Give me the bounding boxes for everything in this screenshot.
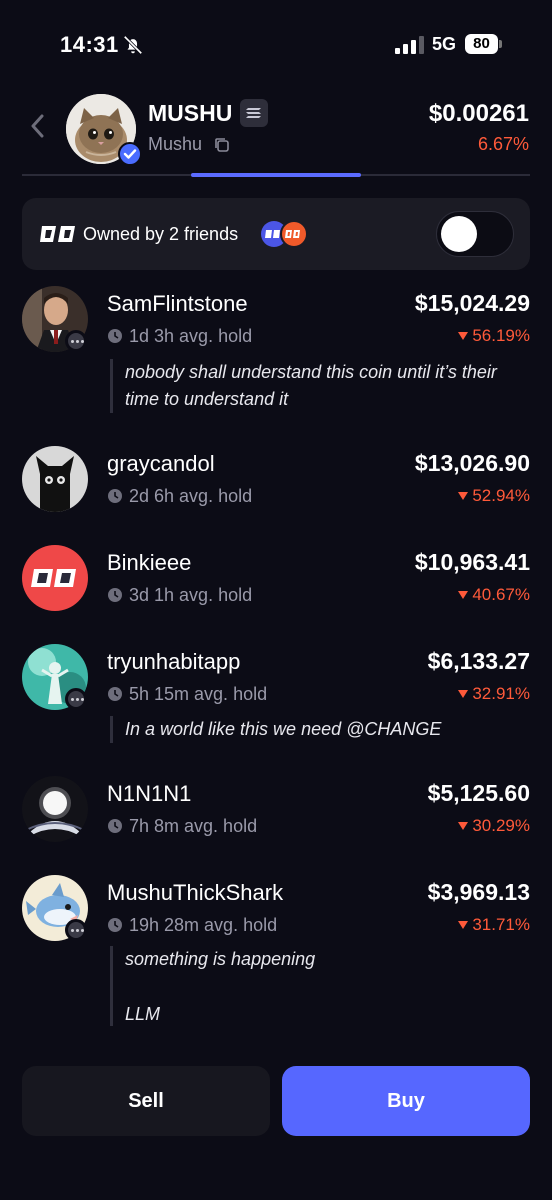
clock-icon	[108, 329, 122, 343]
holder-value: $3,969.13	[427, 879, 530, 905]
coin-change: 6.67%	[477, 134, 529, 154]
coin-ticker: Mushu	[148, 134, 203, 154]
holder-change: 40.67%	[458, 585, 530, 605]
holder-name: Binkieee	[107, 550, 192, 575]
battery-level: 80	[465, 34, 498, 54]
clock-icon	[108, 819, 122, 833]
holder-comment: nobody shall understand this coin until …	[110, 359, 530, 413]
holder-avatar	[22, 545, 88, 611]
friend-avatars	[261, 220, 308, 248]
holder-comment: In a world like this we need @CHANGE	[110, 716, 530, 743]
verified-badge-icon	[118, 142, 142, 166]
holder-value: $13,026.90	[414, 450, 530, 476]
network-label: 5G	[432, 34, 457, 54]
bell-muted-icon	[123, 35, 143, 55]
holder-name: graycandol	[107, 451, 215, 476]
holder-change: 56.19%	[458, 326, 530, 346]
comment-indicator-icon	[65, 919, 87, 941]
down-arrow-icon	[458, 492, 469, 500]
cellular-signal-icon	[395, 36, 424, 54]
toggle-knob	[441, 216, 477, 252]
holder-change: 30.29%	[458, 816, 530, 836]
clock-icon	[108, 687, 122, 701]
copy-icon[interactable]	[213, 136, 231, 154]
coin-name: MUSHU	[148, 100, 233, 126]
holder-change: 31.71%	[458, 915, 530, 935]
holder-change: 52.94%	[458, 486, 530, 506]
clock-icon	[108, 489, 122, 503]
holder-value: $5,125.60	[427, 780, 530, 806]
holder-change: 32.91%	[458, 684, 530, 704]
holder-name: N1N1N1	[107, 781, 192, 806]
clock-icon	[108, 588, 122, 602]
back-chevron-icon[interactable]	[28, 112, 48, 140]
comment-indicator-icon	[65, 688, 87, 710]
clock-icon	[108, 918, 122, 932]
solana-icon	[240, 99, 268, 127]
down-arrow-icon	[458, 822, 469, 830]
battery-icon: 80	[465, 34, 502, 54]
status-time: 14:31	[60, 32, 119, 57]
comment-line: LLM	[125, 1004, 161, 1024]
holder-value: $15,024.29	[414, 290, 530, 316]
down-arrow-icon	[458, 921, 469, 929]
friends-owned-label: Owned by 2 friends	[83, 224, 239, 244]
sell-button[interactable]: Sell	[22, 1066, 270, 1136]
down-arrow-icon	[458, 332, 469, 340]
tab-indicator[interactable]	[191, 173, 361, 177]
buy-button[interactable]: Buy	[282, 1066, 530, 1136]
comment-line: something is happening	[125, 949, 316, 969]
down-arrow-icon	[458, 591, 469, 599]
holder-name: tryunhabitapp	[107, 649, 241, 674]
coin-price: $0.00261	[428, 100, 529, 127]
holder-name: SamFlintstone	[107, 291, 248, 316]
holder-name: MushuThickShark	[107, 880, 284, 905]
comment-indicator-icon	[65, 330, 87, 352]
down-arrow-icon	[458, 690, 469, 698]
holder-value: $10,963.41	[414, 549, 530, 575]
holder-value: $6,133.27	[427, 648, 530, 674]
app-logo-icon	[40, 226, 75, 242]
holder-avatar	[22, 776, 88, 842]
friends-card: Owned by 2 friends	[22, 198, 530, 270]
friends-filter-toggle[interactable]	[436, 211, 514, 257]
holder-avatar	[22, 446, 88, 512]
holder-comment: something is happening LLM	[110, 946, 530, 1026]
status-bar: 14:31 5G 80	[0, 0, 552, 92]
